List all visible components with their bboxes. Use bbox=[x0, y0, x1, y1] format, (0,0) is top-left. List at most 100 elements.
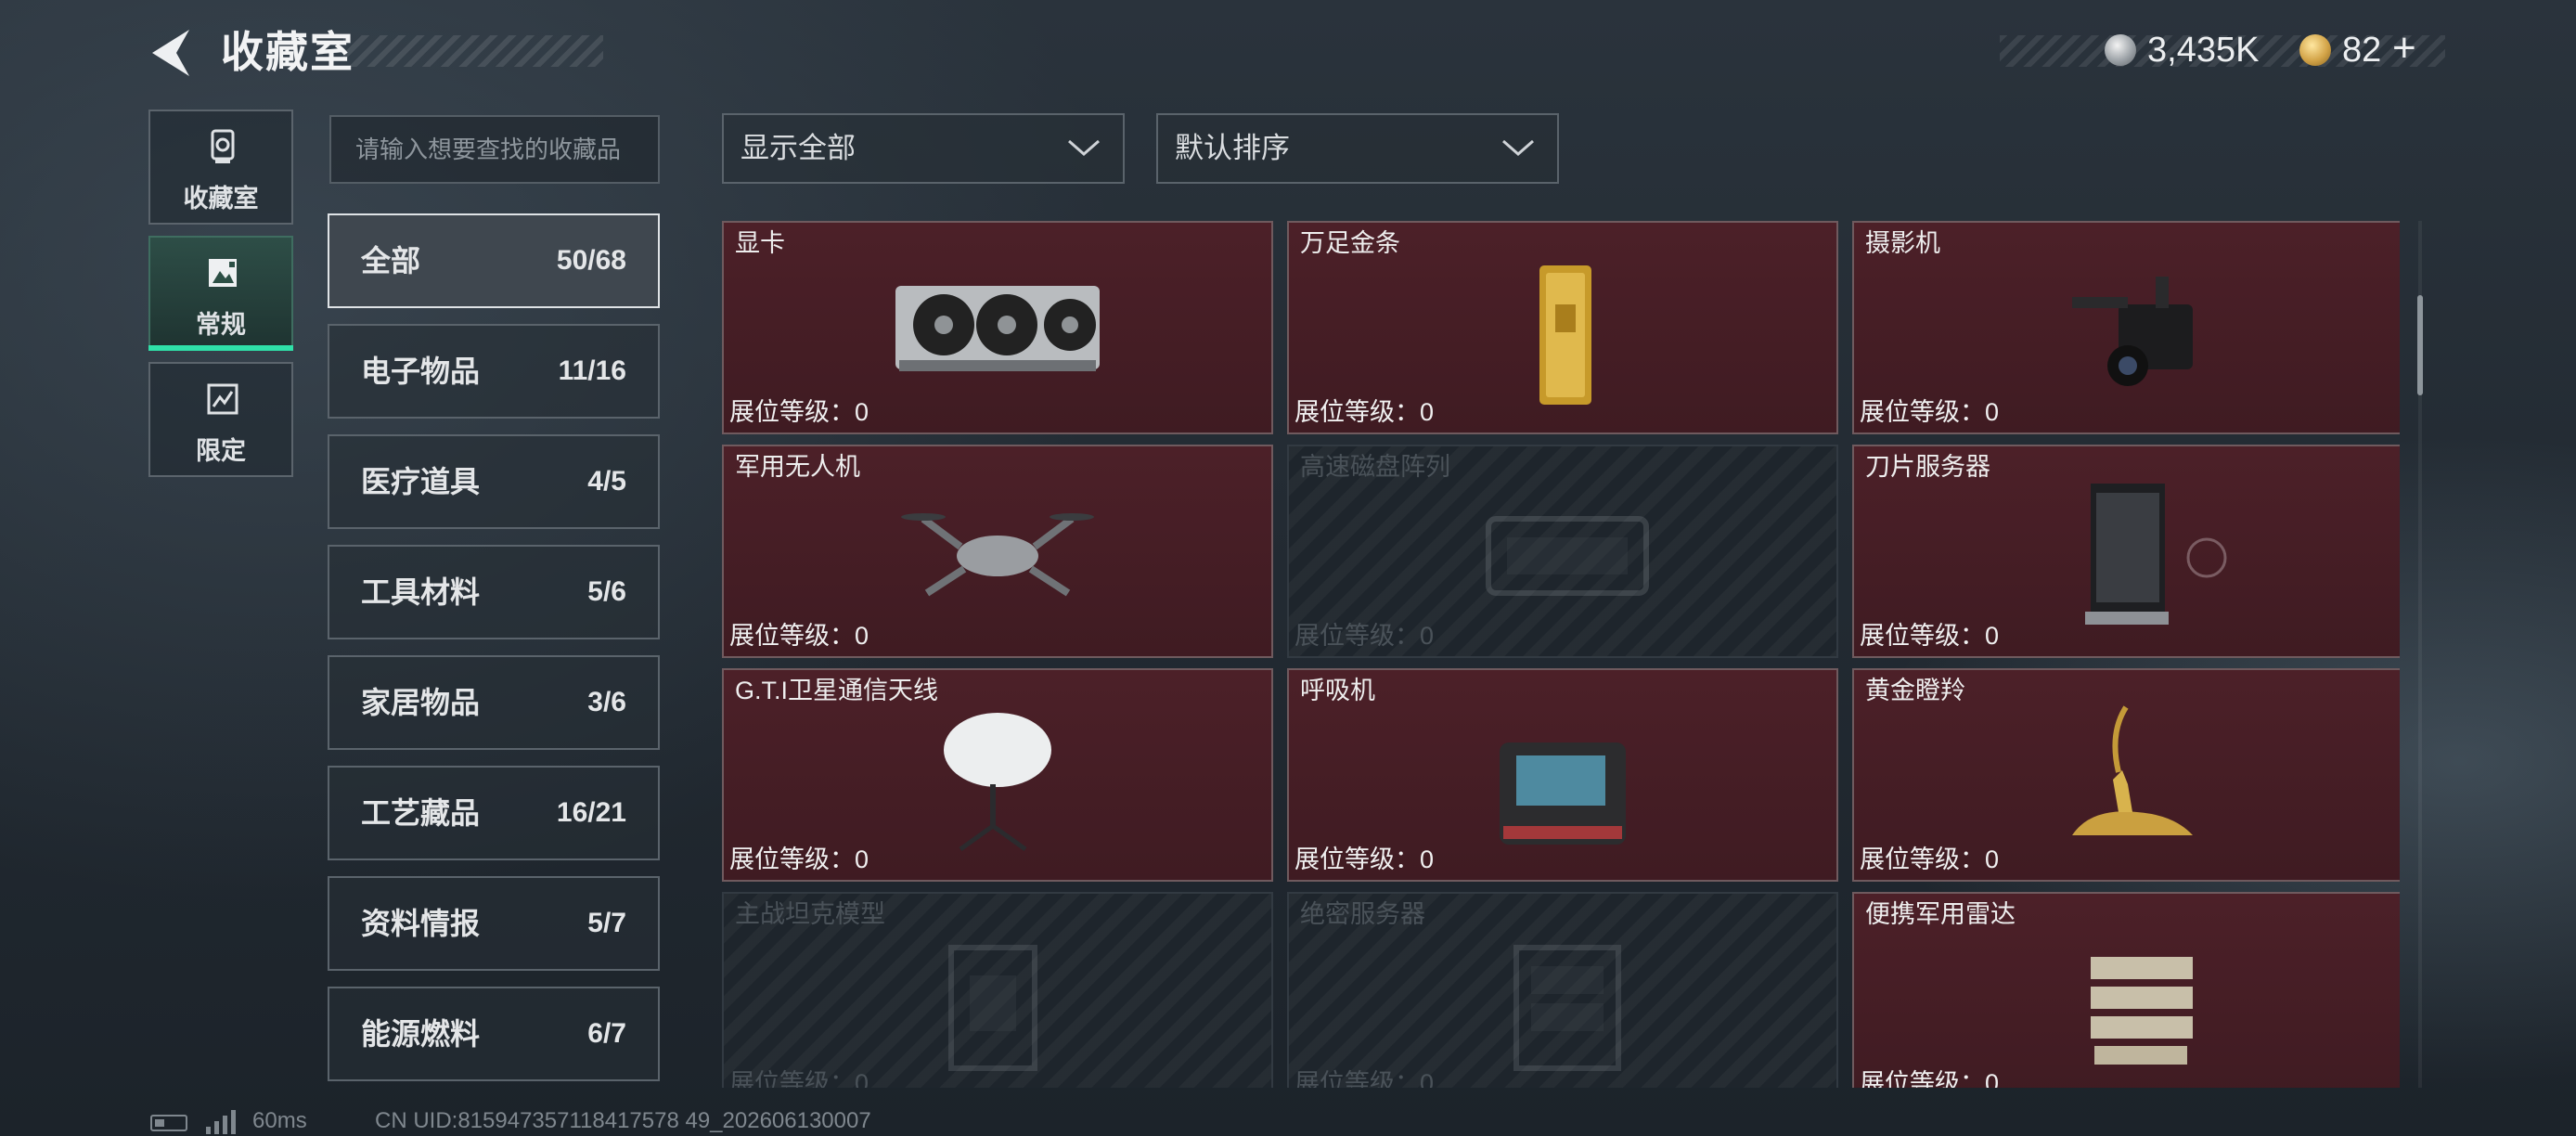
item-level: 展位等级：0 bbox=[1294, 1069, 1435, 1088]
collection-item-card[interactable]: 黄金瞪羚 展位等级：0 bbox=[1852, 668, 2400, 882]
ventilator-icon bbox=[1500, 742, 1626, 845]
category-name: 医疗道具 bbox=[361, 465, 481, 498]
gold-bar-icon bbox=[1539, 265, 1591, 405]
category-medical[interactable]: 医疗道具 4/5 bbox=[328, 434, 660, 529]
drone-icon bbox=[901, 513, 1094, 597]
item-name: 呼吸机 bbox=[1300, 677, 1375, 704]
category-fuel[interactable]: 能源燃料 6/7 bbox=[328, 987, 660, 1081]
collection-item-card[interactable]: G.T.I卫星通信天线 展位等级：0 bbox=[722, 668, 1273, 882]
collection-item-card[interactable]: 呼吸机 展位等级：0 bbox=[1287, 668, 1838, 882]
item-level: 展位等级：0 bbox=[729, 846, 869, 873]
back-arrow-icon[interactable] bbox=[148, 28, 195, 78]
category-count: 6/7 bbox=[587, 1018, 626, 1049]
collection-item-card[interactable]: 显卡 展位等级：0 bbox=[722, 221, 1273, 434]
category-count: 5/7 bbox=[587, 908, 626, 938]
item-level: 展位等级：0 bbox=[729, 622, 869, 650]
chevron-down-icon bbox=[1068, 139, 1100, 156]
disk-array-icon bbox=[1486, 516, 1649, 596]
ping-text: 60ms bbox=[252, 1108, 307, 1133]
chevron-down-icon bbox=[1502, 139, 1534, 156]
limited-icon bbox=[207, 383, 238, 415]
category-name: 全部 bbox=[361, 244, 421, 278]
search-input[interactable]: 请输入想要查找的收藏品 bbox=[329, 115, 660, 184]
item-level: 展位等级：0 bbox=[729, 398, 869, 426]
satellite-dish-icon bbox=[944, 713, 1051, 852]
collection-item-card-locked[interactable]: 主战坦克模型 展位等级：0 bbox=[722, 892, 1273, 1088]
category-tools[interactable]: 工具材料 5/6 bbox=[328, 545, 660, 639]
item-level: 展位等级：0 bbox=[1860, 1069, 2000, 1088]
category-name: 家居物品 bbox=[361, 686, 481, 719]
gold-currency-amount: 82 bbox=[2342, 31, 2382, 70]
collection-item-card[interactable]: 摄影机 展位等级：0 bbox=[1852, 221, 2400, 434]
rail-item-label: 常规 bbox=[196, 311, 246, 339]
gold-gazelle-icon bbox=[2072, 705, 2193, 835]
item-name: 黄金瞪羚 bbox=[1865, 677, 1965, 704]
rail-item-label: 收藏室 bbox=[183, 185, 259, 213]
rail-item-regular[interactable]: 常规 bbox=[148, 236, 293, 351]
rail-item-label: 限定 bbox=[196, 437, 246, 465]
tank-model-icon bbox=[948, 945, 1037, 1071]
collection-item-card[interactable]: 刀片服务器 展位等级：0 bbox=[1852, 445, 2400, 658]
category-count: 11/16 bbox=[558, 355, 626, 386]
category-crafts[interactable]: 工艺藏品 16/21 bbox=[328, 766, 660, 860]
collection-item-card-locked[interactable]: 绝密服务器 展位等级：0 bbox=[1287, 892, 1838, 1088]
scrollbar-thumb[interactable] bbox=[2417, 295, 2423, 395]
sort-dropdown[interactable]: 默认排序 bbox=[1156, 113, 1559, 184]
item-name: 显卡 bbox=[735, 229, 785, 257]
collection-grid: 显卡 展位等级：0 万足金条 展位等级：0 摄影机 展位等级：0 军用无人机 展… bbox=[722, 221, 2400, 1088]
item-name: 万足金条 bbox=[1300, 229, 1400, 257]
item-level: 展位等级：0 bbox=[1860, 398, 2000, 426]
silver-coin-icon bbox=[2105, 34, 2136, 66]
collection-item-card[interactable]: 军用无人机 展位等级：0 bbox=[722, 445, 1273, 658]
sort-dropdown-value: 默认排序 bbox=[1175, 132, 1290, 164]
category-count: 3/6 bbox=[587, 687, 626, 717]
graphics-card-icon bbox=[895, 286, 1100, 371]
radar-icon bbox=[2091, 957, 2193, 1065]
item-level: 展位等级：0 bbox=[1294, 398, 1435, 426]
camera-icon bbox=[2072, 277, 2193, 386]
item-level: 展位等级：0 bbox=[1294, 622, 1435, 650]
collection-item-card-locked[interactable]: 高速磁盘阵列 展位等级：0 bbox=[1287, 445, 1838, 658]
category-count: 50/68 bbox=[556, 245, 626, 276]
item-name: 便携军用雷达 bbox=[1865, 900, 2016, 928]
signal-icon bbox=[206, 1110, 236, 1134]
category-name: 能源燃料 bbox=[361, 1017, 481, 1051]
collection-item-card[interactable]: 万足金条 展位等级：0 bbox=[1287, 221, 1838, 434]
item-name: 绝密服务器 bbox=[1300, 900, 1425, 928]
battery-icon bbox=[150, 1115, 187, 1131]
item-level: 展位等级：0 bbox=[1294, 846, 1435, 873]
rail-item-limited[interactable]: 限定 bbox=[148, 362, 293, 477]
add-currency-button[interactable]: + bbox=[2392, 26, 2416, 71]
title-decoration bbox=[343, 35, 603, 67]
category-name: 工具材料 bbox=[361, 575, 481, 609]
category-all[interactable]: 全部 50/68 bbox=[328, 213, 660, 308]
item-name: 军用无人机 bbox=[735, 453, 860, 481]
category-electronics[interactable]: 电子物品 11/16 bbox=[328, 324, 660, 419]
rail-item-collection-room[interactable]: 收藏室 bbox=[148, 110, 293, 225]
secret-server-icon bbox=[1513, 945, 1621, 1071]
item-name: 刀片服务器 bbox=[1865, 453, 1990, 481]
filter-dropdown-value: 显示全部 bbox=[741, 132, 856, 164]
active-indicator bbox=[148, 345, 293, 351]
blade-server-icon bbox=[2085, 484, 2227, 625]
page-title: 收藏室 bbox=[221, 28, 354, 76]
item-name: 主战坦克模型 bbox=[735, 900, 885, 928]
collection-item-card[interactable]: 便携军用雷达 展位等级：0 bbox=[1852, 892, 2400, 1088]
item-level: 展位等级：0 bbox=[1860, 622, 2000, 650]
category-household[interactable]: 家居物品 3/6 bbox=[328, 655, 660, 750]
silver-currency-amount: 3,435K bbox=[2147, 31, 2260, 70]
item-level: 展位等级：0 bbox=[729, 1069, 869, 1088]
uid-text: CN UID:815947357118417578 49_20260613000… bbox=[375, 1108, 871, 1133]
trophy-icon bbox=[211, 129, 235, 163]
item-name: 摄影机 bbox=[1865, 229, 1940, 257]
category-name: 电子物品 bbox=[361, 355, 481, 388]
picture-icon bbox=[209, 259, 237, 287]
gold-coin-icon bbox=[2299, 34, 2331, 66]
item-name: 高速磁盘阵列 bbox=[1300, 453, 1450, 481]
filter-dropdown[interactable]: 显示全部 bbox=[722, 113, 1125, 184]
category-name: 资料情报 bbox=[361, 907, 481, 940]
category-count: 4/5 bbox=[587, 466, 626, 497]
category-name: 工艺藏品 bbox=[361, 796, 481, 830]
category-count: 16/21 bbox=[556, 797, 626, 828]
category-intel[interactable]: 资料情报 5/7 bbox=[328, 876, 660, 971]
